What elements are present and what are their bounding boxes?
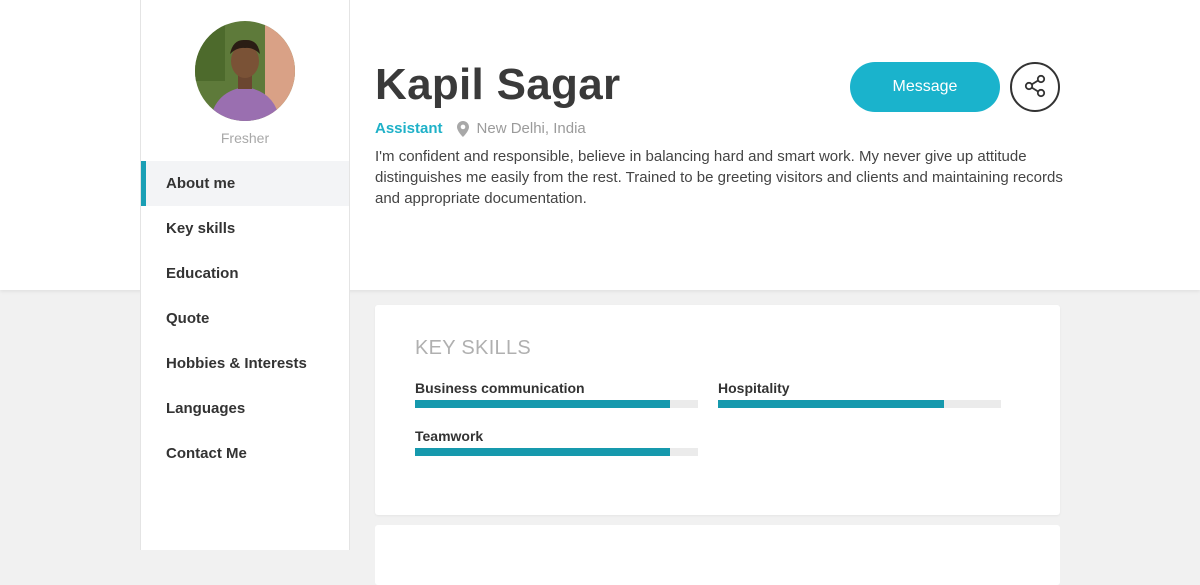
sidebar-item-about-me[interactable]: About me	[141, 161, 349, 206]
skill-name: Hospitality	[718, 380, 790, 396]
status-label: Fresher	[220, 130, 270, 146]
role-label: Assistant	[375, 120, 443, 137]
sidebar-item-languages[interactable]: Languages	[141, 386, 349, 431]
sidebar-item-education[interactable]: Education	[141, 251, 349, 296]
profile-name: Kapil Sagar	[375, 60, 621, 109]
share-icon	[1023, 74, 1047, 101]
sidebar: Fresher About me Key skills Education Qu…	[140, 0, 350, 550]
next-section-card	[375, 525, 1060, 585]
skill-bar-fill	[415, 448, 670, 456]
avatar	[195, 21, 295, 121]
sidebar-item-quote[interactable]: Quote	[141, 296, 349, 341]
sidebar-item-contact-me[interactable]: Contact Me	[141, 431, 349, 476]
key-skills-card: KEY SKILLS Business communication Hospit…	[375, 305, 1060, 515]
skill-teamwork: Teamwork	[415, 428, 698, 456]
sidebar-item-key-skills[interactable]: Key skills	[141, 206, 349, 251]
skill-bar-fill	[718, 400, 945, 408]
share-button[interactable]	[1010, 62, 1060, 112]
key-skills-title: KEY SKILLS	[415, 337, 532, 359]
sidebar-item-hobbies-interests[interactable]: Hobbies & Interests	[141, 341, 349, 386]
profile-subline: Assistant New Delhi, India	[375, 120, 586, 137]
skill-bar-track	[718, 400, 1001, 408]
skill-business-communication: Business communication	[415, 380, 698, 408]
skill-bar-track	[415, 448, 698, 456]
location-pin-icon	[456, 120, 469, 137]
sidebar-nav: About me Key skills Education Quote Hobb…	[141, 161, 349, 476]
profile-bio: I'm confident and responsible, believe i…	[375, 148, 1063, 207]
location-label: New Delhi, India	[476, 120, 586, 137]
skill-name: Teamwork	[415, 428, 484, 444]
skill-name: Business communication	[415, 380, 585, 396]
skill-hospitality: Hospitality	[718, 380, 1001, 408]
skill-bar-track	[415, 400, 698, 408]
message-button[interactable]: Message	[850, 62, 1000, 112]
skill-bar-fill	[415, 400, 670, 408]
